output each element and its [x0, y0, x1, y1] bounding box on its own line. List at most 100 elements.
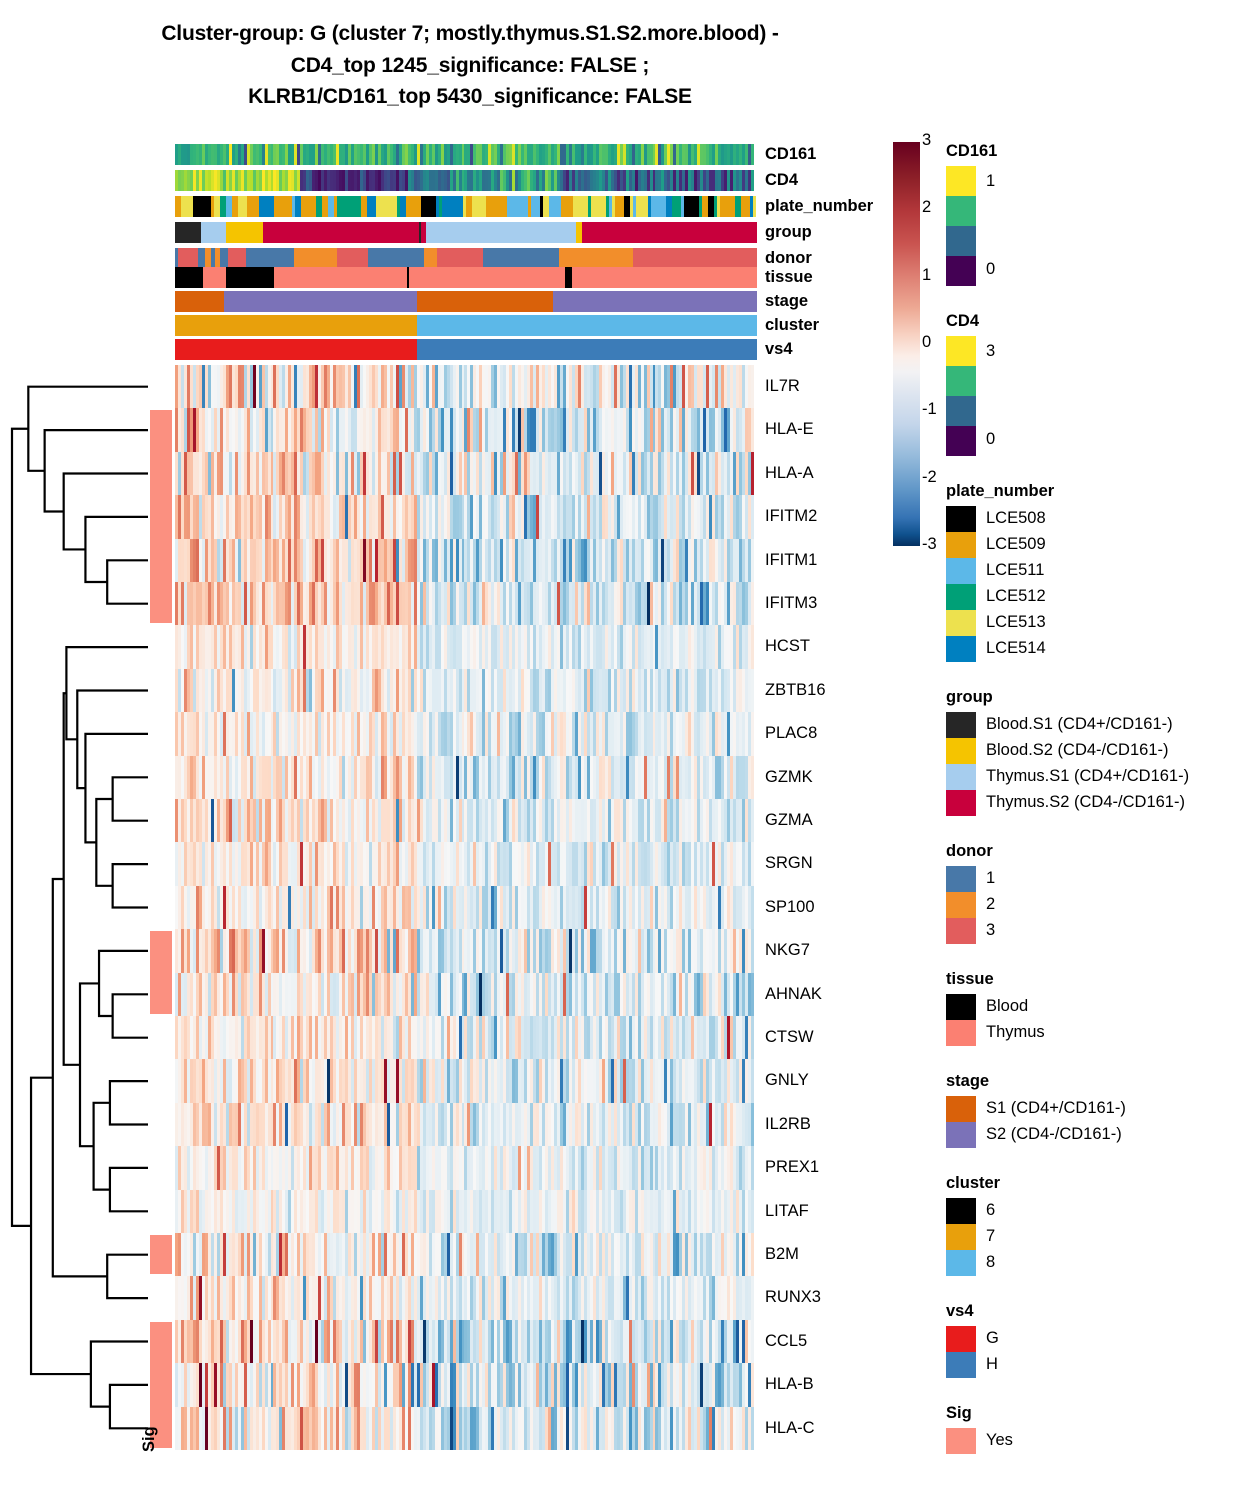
legend-item-label: S1 (CD4+/CD161-)	[986, 1099, 1126, 1117]
legend-item-label: Thymus.S1 (CD4+/CD161-)	[986, 767, 1190, 785]
gene-label: HLA-A	[765, 463, 814, 482]
legend-swatch	[946, 892, 976, 918]
gene-label: CCL5	[765, 1331, 808, 1350]
legend-title-plate-number: plate_number	[946, 482, 1055, 500]
gene-label: RUNX3	[765, 1288, 821, 1307]
heatmap-row	[175, 755, 757, 799]
legend-swatch	[946, 918, 976, 944]
legend-swatch	[946, 1096, 976, 1122]
legend-item-label: LCE511	[986, 561, 1045, 579]
legend-item-label: 2	[986, 895, 996, 913]
legend-swatch	[946, 790, 976, 816]
legend-swatch	[946, 994, 976, 1020]
gene-label: NKG7	[765, 941, 810, 960]
heatmap-row	[175, 712, 757, 756]
gene-label: HLA-C	[765, 1418, 815, 1437]
legend-item-label: LCE508	[986, 509, 1046, 527]
legend-item-label: LCE509	[986, 535, 1046, 553]
legend-item-label: Thymus.S2 (CD4-/CD161-)	[986, 793, 1185, 811]
legend-swatch	[946, 764, 976, 790]
legend-swatch	[946, 226, 976, 256]
gene-label: ZBTB16	[765, 680, 826, 699]
legend-item-label: G	[986, 1329, 999, 1347]
heatmap-row	[175, 1146, 757, 1190]
legend-swatch	[946, 610, 976, 636]
legend-item-label: LCE514	[986, 639, 1046, 657]
heatmap-row	[175, 1016, 757, 1060]
legend-swatch	[946, 196, 976, 226]
annotation-bar-cd4	[175, 170, 757, 191]
legend-item-label: 8	[986, 1253, 996, 1271]
annotation-label-cluster: cluster	[765, 316, 820, 334]
legend-item-label: 7	[986, 1227, 996, 1245]
legend-title-group: group	[946, 688, 993, 706]
gene-label: LITAF	[765, 1201, 809, 1220]
colorbar-tick: -3	[922, 535, 937, 553]
legend-title-tissue: tissue	[946, 970, 994, 988]
legend-swatch	[946, 1250, 976, 1276]
heatmap-row	[175, 799, 757, 843]
legend-item-label: H	[986, 1355, 998, 1373]
legend-title-stage: stage	[946, 1072, 990, 1090]
heatmap-row	[175, 842, 757, 886]
annotation-bar-vs4	[175, 339, 757, 360]
legend-swatch	[946, 506, 976, 532]
annotation-label-plate-number: plate_number	[765, 197, 874, 215]
sig-annotation-column	[150, 365, 172, 1450]
heatmap-row	[175, 1189, 757, 1233]
heatmap-row	[175, 929, 757, 973]
legend-item-label: Thymus	[986, 1023, 1045, 1041]
legend-item-label: Yes	[986, 1431, 1013, 1449]
gene-label: SP100	[765, 897, 815, 916]
legend-item-label: 3	[986, 921, 996, 939]
heatmap-row	[175, 495, 757, 539]
legend-gradient-cd161	[946, 166, 976, 286]
gene-label: SRGN	[765, 854, 813, 873]
legend-swatch	[946, 1352, 976, 1378]
legend-swatch	[946, 584, 976, 610]
colorbar-tick: -2	[922, 467, 937, 486]
legend-title-cd4: CD4	[946, 312, 980, 330]
annotation-label-vs4: vs4	[765, 340, 793, 358]
heatmap-row	[175, 668, 757, 713]
gene-label: GZMK	[765, 767, 813, 786]
colorbar-gradient	[893, 142, 920, 546]
legend-swatch	[946, 1020, 976, 1046]
annotation-label-cd4: CD4	[765, 171, 799, 189]
sig-column-label: Sig	[140, 1426, 158, 1452]
heatmap-row	[175, 1363, 757, 1407]
legend-item-label: Blood.S1 (CD4+/CD161-)	[986, 715, 1173, 733]
heatmap-row	[175, 408, 757, 452]
annotation-label-donor: donor	[765, 249, 812, 267]
legend-swatch	[946, 336, 976, 366]
legend-top-label: 3	[986, 342, 996, 360]
heatmap-figure: CD161 CD4 plate_number group donor tissu…	[0, 0, 1248, 1497]
colorbar-tick: 0	[922, 333, 932, 351]
heatmap-row	[175, 365, 757, 409]
gene-label: IL7R	[765, 377, 800, 395]
gene-label: CTSW	[765, 1028, 814, 1046]
heatmap-row	[175, 1233, 757, 1277]
legend-item-label: LCE512	[986, 587, 1046, 605]
gene-label: IFITM3	[765, 594, 818, 612]
legend-swatch	[946, 532, 976, 558]
sig-block	[150, 931, 172, 1014]
annotation-bar-cd161	[175, 144, 757, 165]
sig-block	[150, 410, 172, 624]
heatmap-row	[175, 582, 757, 626]
annotation-label-tissue: tissue	[765, 268, 813, 286]
annotation-label-group: group	[765, 223, 812, 241]
row-dendrogram	[10, 385, 148, 1430]
annotation-bar-group	[175, 222, 757, 243]
legend-item-label: 1	[986, 869, 996, 887]
sig-block	[150, 1235, 172, 1275]
colorbar-tick: 2	[922, 198, 932, 217]
gene-label: GNLY	[765, 1071, 809, 1090]
legend-swatch	[946, 738, 976, 764]
legend-swatch	[946, 1428, 976, 1454]
legend-swatch	[946, 712, 976, 738]
gene-label: IFITM2	[765, 507, 818, 526]
heatmap-row	[175, 1102, 757, 1147]
colorbar-tick: 1	[922, 265, 932, 284]
heatmap-row	[175, 625, 757, 669]
